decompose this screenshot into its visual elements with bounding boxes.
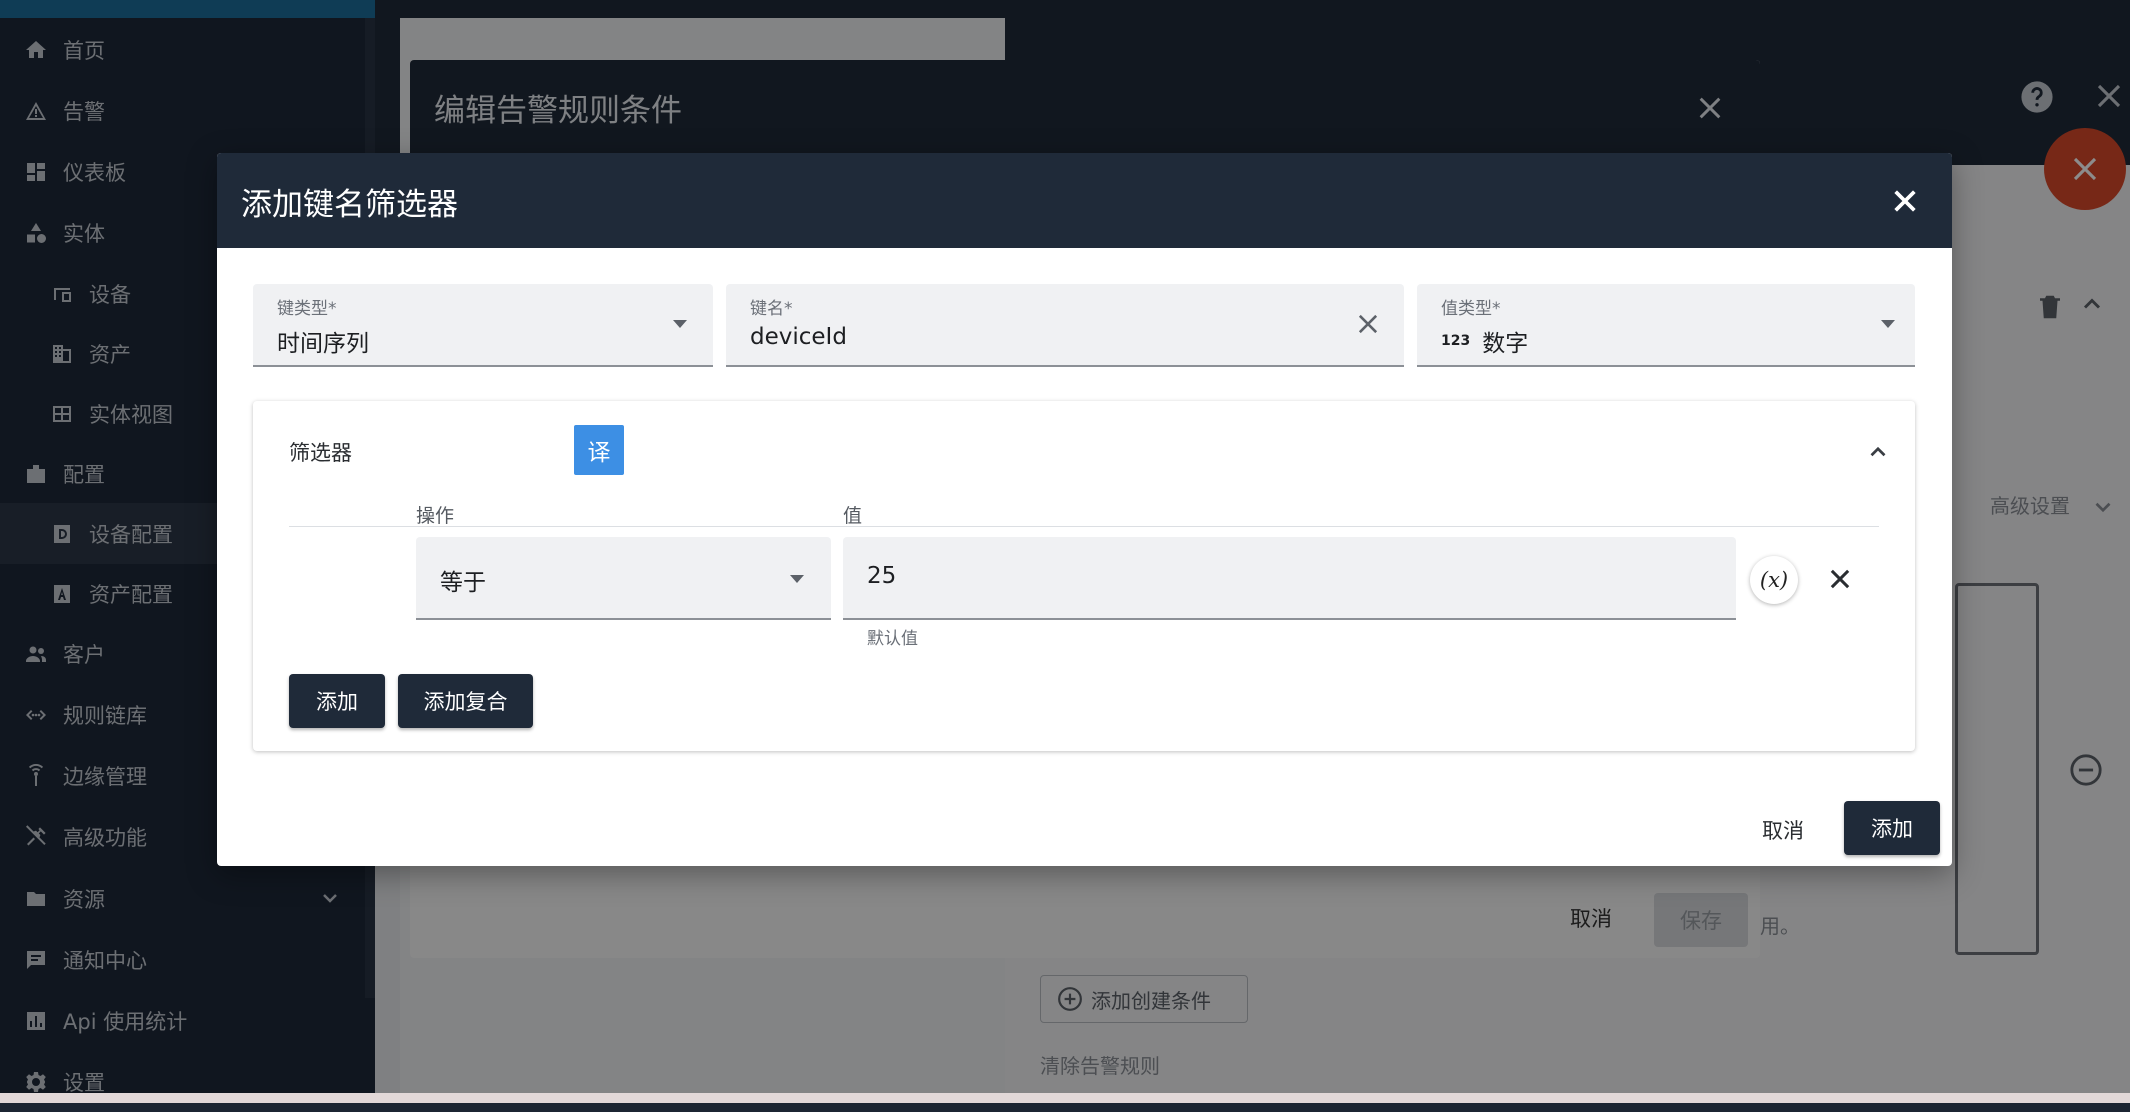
value-type-value: 数字 bbox=[1482, 331, 1529, 357]
filters-panel: 筛选器 操作 值 等于 25 默认值 (x) 添加 添加复合 bbox=[253, 401, 1915, 751]
cancel-button[interactable]: 取消 bbox=[1762, 815, 1804, 845]
filter-value: 25 bbox=[867, 563, 897, 589]
dialog-title: 添加键名筛选器 bbox=[241, 187, 458, 223]
key-name-value: deviceId bbox=[750, 324, 847, 350]
dropdown-arrow-icon bbox=[1879, 318, 1897, 330]
operation-select[interactable]: 等于 bbox=[416, 537, 831, 620]
dropdown-arrow-icon bbox=[671, 318, 689, 330]
value-type-label: 值类型* bbox=[1441, 299, 1501, 319]
default-value-hint: 默认值 bbox=[867, 629, 918, 649]
dynamic-value-button[interactable]: (x) bbox=[1750, 556, 1798, 604]
bottom-strip bbox=[0, 1093, 2130, 1103]
add-complex-filter-button[interactable]: 添加复合 bbox=[398, 674, 533, 728]
key-type-label: 键类型* bbox=[277, 299, 337, 319]
value-column-header: 值 bbox=[843, 505, 863, 527]
filters-title: 筛选器 bbox=[289, 441, 352, 465]
translate-badge-icon[interactable]: 译 bbox=[574, 425, 624, 475]
close-icon[interactable] bbox=[1889, 185, 1921, 217]
chevron-up-icon[interactable] bbox=[1865, 439, 1891, 465]
key-type-select[interactable]: 键类型* 时间序列 bbox=[253, 284, 713, 367]
value-type-select[interactable]: 值类型* 123 数字 bbox=[1417, 284, 1915, 367]
filter-value-input[interactable]: 25 bbox=[843, 537, 1736, 620]
key-name-label: 键名* bbox=[750, 299, 793, 319]
key-type-value: 时间序列 bbox=[277, 331, 369, 357]
header-divider bbox=[289, 526, 1879, 527]
operation-value: 等于 bbox=[440, 570, 486, 596]
clear-icon[interactable] bbox=[1354, 310, 1382, 338]
add-filter-button[interactable]: 添加 bbox=[289, 674, 385, 728]
dropdown-arrow-icon bbox=[788, 573, 806, 585]
numeric-icon: 123 bbox=[1441, 333, 1471, 349]
key-name-field[interactable]: 键名* deviceId bbox=[726, 284, 1404, 367]
add-button[interactable]: 添加 bbox=[1844, 801, 1940, 855]
add-key-filter-dialog: 添加键名筛选器 键类型* 时间序列 键名* deviceId 值类型* 123 … bbox=[217, 153, 1952, 866]
value-type-value-wrap: 123 数字 bbox=[1441, 324, 1528, 358]
operation-column-header: 操作 bbox=[416, 505, 455, 527]
remove-filter-icon[interactable] bbox=[1826, 565, 1854, 593]
dialog-header bbox=[217, 153, 1952, 248]
